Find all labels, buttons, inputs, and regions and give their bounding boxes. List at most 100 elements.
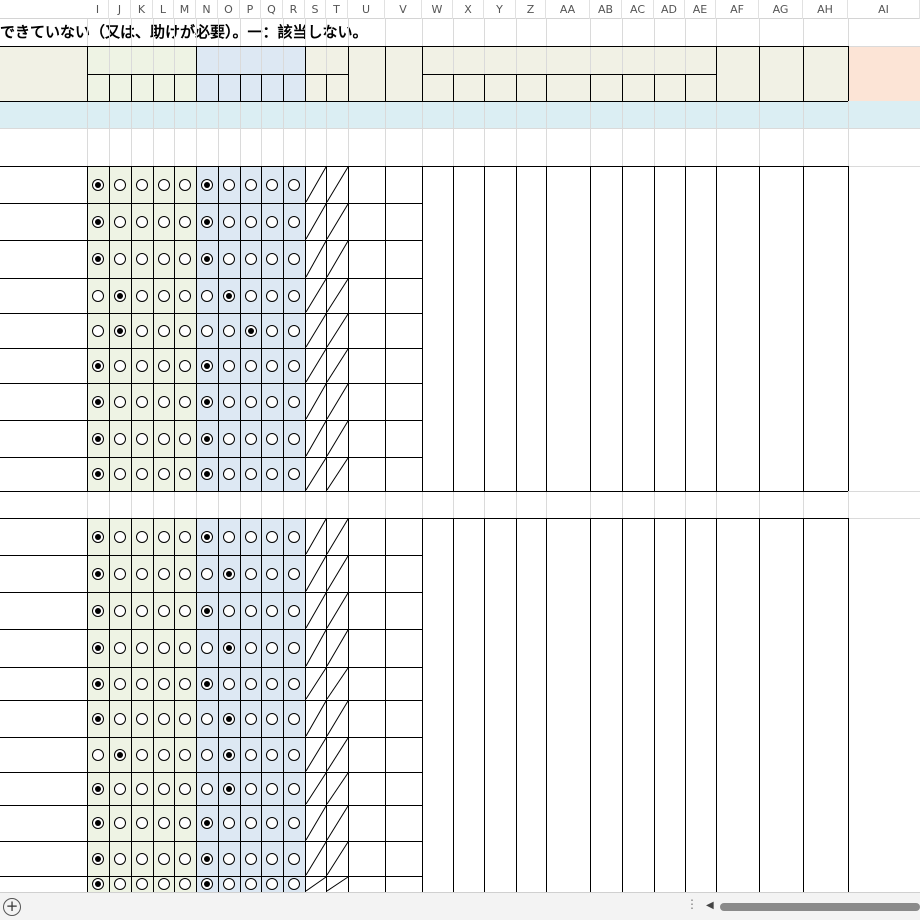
self-eval-radio[interactable] — [114, 530, 126, 543]
self-eval-radio[interactable] — [136, 289, 148, 302]
boss-eval-radio[interactable] — [223, 567, 235, 580]
column-letter[interactable]: K — [131, 0, 153, 19]
self-eval-radio[interactable] — [157, 178, 170, 191]
boss-eval-radio[interactable] — [244, 817, 257, 829]
self-eval-radio[interactable] — [136, 604, 148, 617]
self-eval-radio[interactable] — [136, 567, 148, 580]
self-eval-radio[interactable] — [157, 878, 170, 890]
boss-eval-radio[interactable] — [223, 817, 235, 829]
boss-eval-radio[interactable] — [266, 395, 278, 408]
column-letter[interactable]: T — [326, 0, 348, 19]
self-eval-radio[interactable] — [157, 468, 170, 480]
boss-eval-radio[interactable] — [244, 530, 257, 543]
boss-eval-radio[interactable] — [201, 852, 213, 865]
boss-eval-radio[interactable] — [288, 782, 300, 795]
self-eval-radio[interactable] — [179, 468, 191, 480]
self-eval-radio[interactable] — [136, 878, 148, 890]
self-eval-radio[interactable] — [157, 712, 170, 725]
boss-eval-radio[interactable] — [244, 852, 257, 865]
column-letter[interactable]: AD — [654, 0, 685, 19]
boss-eval-radio[interactable] — [288, 468, 300, 480]
boss-eval-radio[interactable] — [223, 852, 235, 865]
self-eval-radio[interactable] — [179, 530, 191, 543]
scroll-left-icon[interactable]: ◀ — [706, 900, 714, 911]
column-letter[interactable]: O — [218, 0, 240, 19]
horizontal-scrollbar[interactable] — [720, 903, 920, 911]
self-eval-radio[interactable] — [179, 215, 191, 228]
self-eval-radio[interactable] — [179, 712, 191, 725]
boss-eval-radio[interactable] — [266, 604, 278, 617]
boss-eval-radio[interactable] — [288, 878, 300, 890]
self-eval-radio[interactable] — [136, 215, 148, 228]
boss-eval-radio[interactable] — [223, 395, 235, 408]
boss-eval-radio[interactable] — [223, 359, 235, 372]
self-eval-radio[interactable] — [136, 677, 148, 690]
boss-eval-radio[interactable] — [223, 712, 235, 725]
boss-eval-radio[interactable] — [266, 748, 278, 761]
self-eval-radio[interactable] — [179, 642, 191, 654]
self-eval-radio[interactable] — [136, 852, 148, 865]
self-eval-radio[interactable] — [92, 642, 104, 654]
boss-eval-radio[interactable] — [288, 432, 300, 445]
boss-eval-radio[interactable] — [244, 178, 257, 191]
self-eval-radio[interactable] — [179, 677, 191, 690]
boss-eval-radio[interactable] — [201, 359, 213, 372]
self-eval-radio[interactable] — [157, 642, 170, 654]
boss-eval-radio[interactable] — [288, 677, 300, 690]
self-eval-radio[interactable] — [179, 567, 191, 580]
boss-eval-radio[interactable] — [288, 604, 300, 617]
boss-eval-radio[interactable] — [244, 432, 257, 445]
column-letter[interactable]: S — [305, 0, 326, 19]
self-eval-radio[interactable] — [179, 324, 191, 337]
self-eval-radio[interactable] — [179, 748, 191, 761]
column-letter[interactable]: AB — [590, 0, 622, 19]
self-eval-radio[interactable] — [92, 432, 104, 445]
self-eval-radio[interactable] — [114, 253, 126, 265]
column-letter[interactable]: R — [283, 0, 305, 19]
boss-eval-radio[interactable] — [244, 642, 257, 654]
boss-eval-radio[interactable] — [266, 530, 278, 543]
boss-eval-radio[interactable] — [223, 604, 235, 617]
self-eval-radio[interactable] — [92, 604, 104, 617]
boss-eval-radio[interactable] — [288, 215, 300, 228]
self-eval-radio[interactable] — [92, 748, 104, 761]
boss-eval-radio[interactable] — [223, 530, 235, 543]
boss-eval-radio[interactable] — [288, 395, 300, 408]
self-eval-radio[interactable] — [157, 604, 170, 617]
column-letter[interactable]: U — [348, 0, 385, 19]
boss-eval-radio[interactable] — [288, 748, 300, 761]
boss-eval-radio[interactable] — [288, 642, 300, 654]
self-eval-radio[interactable] — [92, 468, 104, 480]
self-eval-radio[interactable] — [157, 782, 170, 795]
self-eval-radio[interactable] — [136, 395, 148, 408]
self-eval-radio[interactable] — [92, 530, 104, 543]
boss-eval-radio[interactable] — [266, 432, 278, 445]
boss-eval-radio[interactable] — [223, 782, 235, 795]
self-eval-radio[interactable] — [157, 215, 170, 228]
self-eval-radio[interactable] — [179, 395, 191, 408]
boss-eval-radio[interactable] — [223, 642, 235, 654]
column-letter[interactable]: M — [174, 0, 196, 19]
boss-eval-radio[interactable] — [201, 817, 213, 829]
boss-eval-radio[interactable] — [288, 253, 300, 265]
self-eval-radio[interactable] — [157, 677, 170, 690]
more-options-icon[interactable]: ⋮ — [686, 897, 698, 911]
column-letter[interactable]: I — [87, 0, 109, 19]
column-letter[interactable]: AA — [546, 0, 590, 19]
boss-eval-radio[interactable] — [266, 712, 278, 725]
column-letter[interactable]: Q — [261, 0, 283, 19]
boss-eval-radio[interactable] — [244, 395, 257, 408]
self-eval-radio[interactable] — [157, 359, 170, 372]
self-eval-radio[interactable] — [114, 817, 126, 829]
column-letter[interactable]: V — [385, 0, 422, 19]
boss-eval-radio[interactable] — [223, 253, 235, 265]
boss-eval-radio[interactable] — [201, 468, 213, 480]
self-eval-radio[interactable] — [114, 677, 126, 690]
boss-eval-radio[interactable] — [201, 878, 213, 890]
boss-eval-radio[interactable] — [288, 359, 300, 372]
column-letter[interactable]: AF — [716, 0, 759, 19]
self-eval-radio[interactable] — [92, 359, 104, 372]
boss-eval-radio[interactable] — [201, 324, 213, 337]
self-eval-radio[interactable] — [136, 324, 148, 337]
self-eval-radio[interactable] — [92, 324, 104, 337]
